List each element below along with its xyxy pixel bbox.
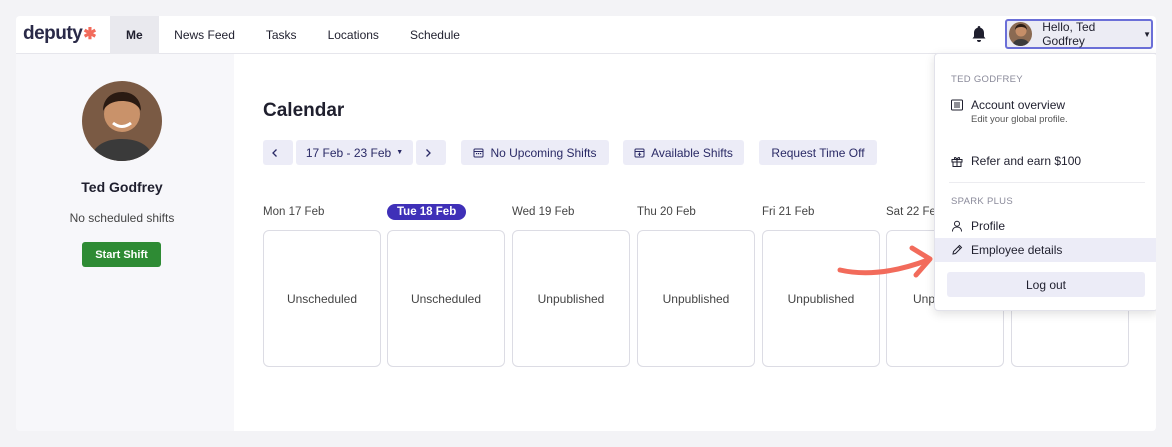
user-greeting: Hello, Ted Godfrey <box>1042 20 1096 48</box>
day-label-mon: Mon 17 Feb <box>263 206 325 218</box>
no-upcoming-shifts-button[interactable]: No Upcoming Shifts <box>461 140 609 165</box>
dropdown-divider <box>949 182 1145 183</box>
prev-week-button[interactable] <box>263 140 293 165</box>
caret-down-icon: ▼ <box>396 149 404 156</box>
account-overview-subtitle: Edit your global profile. <box>971 114 1068 125</box>
nav-item-schedule[interactable]: Schedule <box>394 16 475 54</box>
annotation-arrow-icon <box>837 245 933 278</box>
employee-details-item[interactable]: Employee details <box>935 238 1156 262</box>
list-icon <box>951 99 963 111</box>
day-status: Unpublished <box>787 291 855 306</box>
bell-icon[interactable] <box>969 24 989 44</box>
date-range-label: 17 Feb - 23 Feb <box>305 145 392 160</box>
page-title: Calendar <box>263 100 345 121</box>
logout-button[interactable]: Log out <box>947 272 1145 297</box>
available-shifts-button[interactable]: Available Shifts <box>623 140 744 165</box>
refer-and-earn-item[interactable]: Refer and earn $100 <box>935 152 1156 170</box>
main-nav: Me News Feed Tasks Locations Schedule <box>110 16 475 54</box>
profile-item[interactable]: Profile <box>935 216 1156 236</box>
account-overview-item[interactable]: Account overview <box>935 96 1156 114</box>
nav-item-news-feed[interactable]: News Feed <box>159 16 251 54</box>
day-card-thu[interactable]: Unpublished <box>637 230 755 367</box>
deputy-logo[interactable]: deputy ✱ <box>23 23 97 45</box>
day-status: Unscheduled <box>410 291 482 306</box>
profile-label: Profile <box>971 219 1006 233</box>
day-label-tue-today: Tue 18 Feb <box>387 204 467 220</box>
day-card-wed[interactable]: Unpublished <box>512 230 630 367</box>
day-card-tue[interactable]: Unscheduled <box>387 230 505 367</box>
logo-asterisk-icon: ✱ <box>83 26 97 43</box>
day-status: Unpublished <box>537 291 605 306</box>
dropdown-section-spark-plus: SPARK PLUS <box>951 196 1013 207</box>
chevron-down-icon: ▼ <box>1143 29 1151 39</box>
dropdown-section-user: TED GODFREY <box>951 74 1023 85</box>
day-label-fri: Fri 21 Feb <box>762 206 815 218</box>
date-range-selector[interactable]: 17 Feb - 23 Feb ▼ <box>296 140 413 165</box>
start-shift-button[interactable]: Start Shift <box>82 242 161 267</box>
shift-status: No scheduled shifts <box>69 211 175 225</box>
calendar-plus-icon <box>634 148 645 158</box>
day-label-thu: Thu 20 Feb <box>637 206 696 218</box>
pencil-icon <box>952 244 963 255</box>
profile-name: Ted Godfrey <box>81 179 163 195</box>
calendar-icon <box>473 148 484 158</box>
top-navigation-bar: deputy ✱ Me News Feed Tasks Locations Sc… <box>16 16 1156 54</box>
user-dropdown-menu: TED GODFREY Account overview Edit your g… <box>934 53 1156 311</box>
avatar <box>82 81 162 161</box>
refer-label: Refer and earn $100 <box>971 154 1082 168</box>
nav-item-locations[interactable]: Locations <box>312 16 394 54</box>
day-label-wed: Wed 19 Feb <box>512 206 575 218</box>
user-avatar-small <box>1009 22 1033 46</box>
nav-item-tasks[interactable]: Tasks <box>250 16 312 54</box>
request-time-off-button[interactable]: Request Time Off <box>759 140 877 165</box>
employee-details-label: Employee details <box>971 243 1063 257</box>
chevron-right-icon <box>426 148 431 157</box>
available-shifts-label: Available Shifts <box>651 145 733 160</box>
no-upcoming-label: No Upcoming Shifts <box>490 145 597 160</box>
gift-icon <box>951 156 963 167</box>
profile-sidebar: Ted Godfrey No scheduled shifts Start Sh… <box>16 54 234 431</box>
day-status: Unscheduled <box>286 291 358 306</box>
app-window: deputy ✱ Me News Feed Tasks Locations Sc… <box>16 16 1156 431</box>
day-status: Unp <box>913 291 936 306</box>
logo-text: deputy <box>23 23 83 44</box>
account-overview-label: Account overview <box>971 98 1066 112</box>
day-card-mon[interactable]: Unscheduled <box>263 230 381 367</box>
user-icon <box>952 220 962 232</box>
user-menu-button[interactable]: Hello, Ted Godfrey ▼ <box>1005 19 1153 49</box>
day-status: Unpublished <box>662 291 730 306</box>
chevron-left-icon <box>272 148 277 157</box>
next-week-button[interactable] <box>416 140 446 165</box>
nav-item-me[interactable]: Me <box>110 16 159 54</box>
